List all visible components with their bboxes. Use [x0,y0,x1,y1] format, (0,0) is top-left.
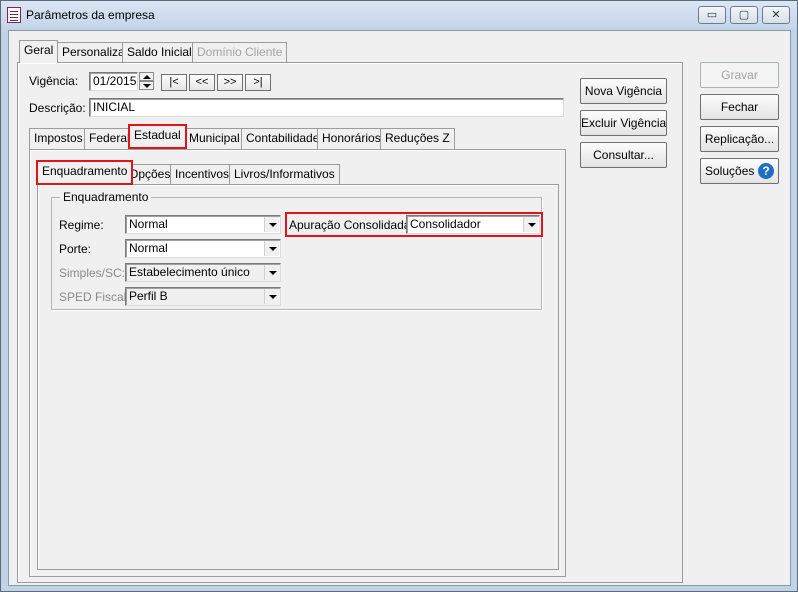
tab-label: Enquadramento [42,164,128,178]
tab-personaliza[interactable]: Personaliza [57,42,130,63]
tab-estadual[interactable]: Estadual [128,124,187,149]
minimize-button[interactable]: ▭ [698,6,726,24]
solucoes-label: Soluções [705,164,755,178]
porte-select[interactable]: Normal [125,239,281,258]
sped-label: SPED Fiscal: [59,290,130,304]
tab-impostos[interactable]: Impostos [29,128,88,149]
gravar-button[interactable]: Gravar [700,62,779,88]
vigencia-label: Vigência: [29,74,79,88]
maximize-icon: ▢ [738,9,750,21]
tab-municipal[interactable]: Municipal [184,128,245,149]
tab-label: Domínio Cliente [197,45,283,59]
tab-geral[interactable]: Geral [19,40,59,63]
apuracao-select[interactable]: Consolidador [406,215,540,234]
replicacao-button[interactable]: Replicação... [700,126,779,152]
descricao-input[interactable]: INICIAL [89,98,564,117]
tab-label: Estadual [134,128,181,142]
group-title: Enquadramento [60,190,152,204]
tab-label: Honorários [322,131,381,145]
tab-dominio-cliente[interactable]: Domínio Cliente [192,42,288,63]
tab-label: Geral [24,43,54,57]
porte-value: Normal [129,241,168,255]
regime-label: Regime: [59,218,104,232]
nova-vigencia-button[interactable]: Nova Vigência [580,78,667,104]
minimize-icon: ▭ [706,9,718,21]
chevron-down-icon[interactable] [264,241,279,256]
close-button[interactable]: ✕ [762,6,790,24]
regime-value: Normal [129,217,168,231]
tab-label: Opções [129,167,171,181]
tab-label: Saldo Inicial [127,45,192,59]
consultar-button[interactable]: Consultar... [580,142,667,168]
maximize-button[interactable]: ▢ [730,6,758,24]
tab-reducoes-z[interactable]: Reduções Z [380,128,455,149]
tab-label: Incentivos [175,167,230,181]
close-icon: ✕ [771,9,781,21]
porte-label: Porte: [59,242,92,256]
geral-panel: Vigência: 01/2015 |< << >> >| Descrição:… [17,62,683,583]
tab-honorarios[interactable]: Honorários [317,128,386,149]
simples-label: Simples/SC: [59,266,126,280]
chevron-down-icon[interactable] [264,265,279,280]
tab-livros-informativos[interactable]: Livros/Informativos [229,164,340,185]
tab-label: Impostos [34,131,83,145]
client-area: Geral Personaliza Saldo Inicial Domínio … [8,30,791,586]
vigencia-input[interactable]: 01/2015 [89,72,138,91]
tab-enquadramento[interactable]: Enquadramento [35,160,134,185]
last-record-button[interactable]: >| [245,74,271,91]
tab-label: Reduções Z [385,131,450,145]
enquadramento-panel: Enquadramento Regime: Normal Porte: Norm… [37,184,559,570]
chevron-down-icon[interactable] [264,289,279,304]
fechar-button[interactable]: Fechar [700,94,779,120]
title-bar[interactable]: Parâmetros da empresa ▭ ▢ ✕ [1,1,797,29]
tab-saldo-inicial[interactable]: Saldo Inicial [122,42,197,63]
estadual-panel: Enquadramento Opções Incentivos Livros/I… [29,149,566,577]
apuracao-label: Apuração Consolidada: [289,218,414,232]
tab-incentivos[interactable]: Incentivos [170,164,235,185]
simples-select[interactable]: Estabelecimento único [125,263,281,282]
tab-federal[interactable]: Federal [84,128,135,149]
first-record-button[interactable]: |< [161,74,187,91]
help-icon: ? [758,163,774,179]
sped-select[interactable]: Perfil B [125,287,281,306]
simples-value: Estabelecimento único [129,265,250,279]
next-record-button[interactable]: >> [217,74,243,91]
apuracao-value: Consolidador [410,217,481,231]
previous-record-button[interactable]: << [189,74,215,91]
spin-down-icon[interactable] [139,81,154,90]
tab-label: Federal [89,131,130,145]
window-title: Parâmetros da empresa [26,8,155,22]
descricao-label: Descrição: [29,101,86,115]
tab-label: Livros/Informativos [234,167,335,181]
window: Parâmetros da empresa ▭ ▢ ✕ Geral Person… [0,0,798,592]
chevron-down-icon[interactable] [264,217,279,232]
chevron-down-icon[interactable] [523,217,538,232]
regime-select[interactable]: Normal [125,215,281,234]
spin-up-icon[interactable] [139,72,154,81]
tab-label: Municipal [189,131,240,145]
excluir-vigencia-button[interactable]: Excluir Vigência [580,110,667,136]
solucoes-button[interactable]: Soluções ? [700,158,779,184]
tab-label: Contabilidade [246,131,320,145]
sped-value: Perfil B [129,289,168,303]
document-icon [7,7,21,23]
tab-contabilidade[interactable]: Contabilidade [241,128,325,149]
tab-label: Personaliza [62,45,125,59]
